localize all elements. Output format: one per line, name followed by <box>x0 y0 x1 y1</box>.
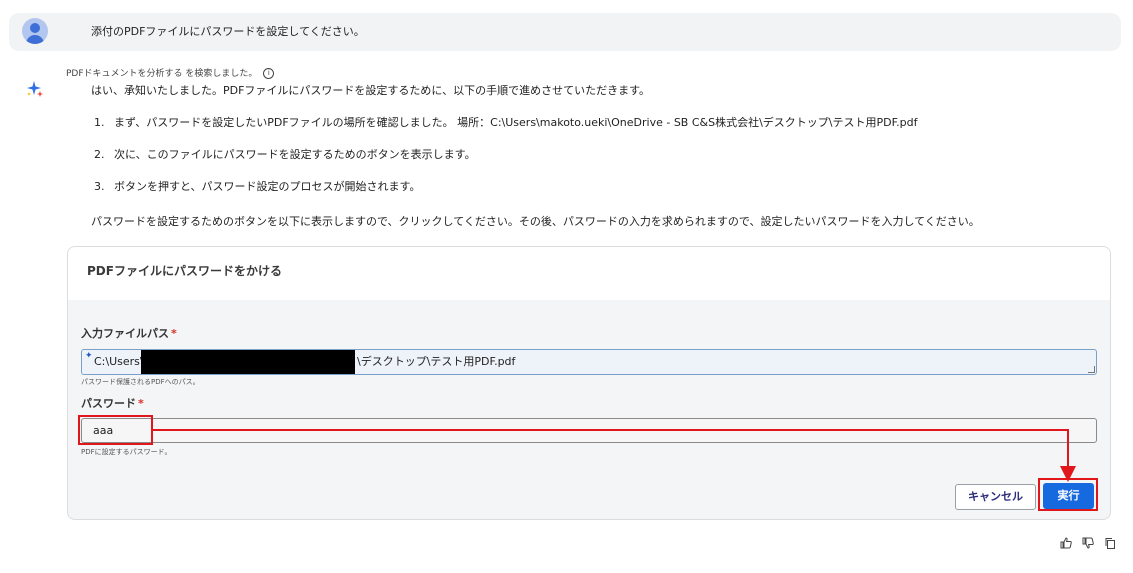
step-number: 3. <box>94 180 105 193</box>
path-label-text: 入力ファイルパス <box>81 327 169 340</box>
thumbs-up-icon[interactable] <box>1059 537 1073 552</box>
analysis-status[interactable]: PDFドキュメントを分析する を検索しました。 i <box>66 68 275 80</box>
password-value: aaa <box>93 424 114 437</box>
user-message-text: 添付のPDFファイルにパスワードを設定してください。 <box>91 25 365 38</box>
step-number: 1. <box>94 116 105 129</box>
password-label-text: パスワード <box>81 397 136 410</box>
path-input[interactable]: ✦ C:\Users\ \デスクトップ\テスト用PDF.pdf <box>81 349 1097 375</box>
password-field-label: パスワード * <box>81 397 144 411</box>
step-number: 2. <box>94 148 105 161</box>
path-hint: パスワード保護されるPDFへのパス。 <box>81 378 200 386</box>
user-avatar-icon <box>22 18 48 44</box>
feedback-toolbar <box>1059 537 1117 552</box>
password-input[interactable]: aaa <box>81 418 1097 443</box>
run-button[interactable]: 実行 <box>1043 483 1094 509</box>
analysis-status-text: PDFドキュメントを分析する を検索しました。 <box>66 69 258 79</box>
redaction-bar <box>141 350 355 374</box>
path-suffix: \デスクトップ\テスト用PDF.pdf <box>357 355 516 368</box>
copy-icon[interactable] <box>1103 537 1117 552</box>
required-mark: * <box>138 397 144 410</box>
sparkle-icon <box>27 81 43 97</box>
password-hint: PDFに設定するパスワード。 <box>81 448 172 456</box>
step-text: まず、パスワードを設定したいPDFファイルの場所を確認しました。 場所：C:\U… <box>114 116 918 129</box>
step-text: 次に、このファイルにパスワードを設定するためのボタンを表示します。 <box>114 148 476 161</box>
card-header: PDFファイルにパスワードをかける <box>68 247 1110 300</box>
response-intro: はい、承知いたしました。PDFファイルにパスワードを設定するために、以下の手順で… <box>91 84 650 97</box>
resize-handle-icon[interactable] <box>1088 366 1095 373</box>
card-title: PDFファイルにパスワードをかける <box>87 264 282 278</box>
info-icon[interactable]: i <box>263 68 275 79</box>
cancel-button[interactable]: キャンセル <box>955 484 1036 510</box>
sparkle-icon: ✦ <box>85 351 93 361</box>
path-prefix: C:\Users\ <box>94 355 144 368</box>
step-text: ボタンを押すと、パスワード設定のプロセスが開始されます。 <box>114 180 421 193</box>
thumbs-down-icon[interactable] <box>1081 537 1095 552</box>
response-outro: パスワードを設定するためのボタンを以下に表示しますので、クリックしてください。そ… <box>91 215 980 228</box>
password-form-card: PDFファイルにパスワードをかける 入力ファイルパス * ✦ C:\Users\ … <box>67 246 1111 520</box>
path-field-label: 入力ファイルパス * <box>81 327 177 341</box>
required-mark: * <box>171 327 177 340</box>
